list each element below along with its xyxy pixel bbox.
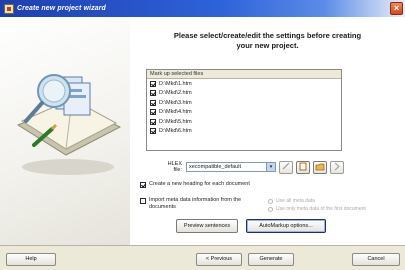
file-checkbox[interactable] [150,118,156,125]
heading-line-2: your new project. [236,41,299,50]
file-name: D:\Mkd\5.htm [159,118,192,125]
file-list[interactable]: Mark up selected files D:\Mkd\1.htm D:\M… [146,69,342,151]
radio-first-meta-label: Use only meta data of the first document [276,206,366,212]
file-row[interactable]: D:\Mkd\1.htm [147,79,341,89]
file-row[interactable]: D:\Mkd\2.htm [147,89,341,99]
import-meta-checkbox[interactable] [140,198,146,204]
wizard-window: Create new project wizard × Please selec… [0,0,405,270]
preview-sentences-button[interactable]: Preview sentences [176,219,238,233]
file-name: D:\Mkd\4.htm [159,109,192,116]
previous-button[interactable]: < Previous [196,253,242,266]
wizard-footer: Help < Previous Generate Cancel [0,245,405,270]
close-button[interactable]: × [390,2,403,15]
file-checkbox[interactable] [150,109,156,116]
cancel-button[interactable]: Cancel [352,253,400,266]
file-name: D:\Mkd\6.htm [159,128,192,135]
chevron-right-icon [334,162,340,170]
automarkup-options-button[interactable]: AutoMarkup options... [246,219,326,233]
heading-line-1: Please select/create/edit the settings b… [173,31,362,40]
file-checkbox[interactable] [150,80,156,87]
wizard-illustration-icon [16,74,122,175]
file-row[interactable]: D:\Mkd\3.htm [147,98,341,108]
meta-radio-group: Use all meta data Use only meta data of … [268,197,366,213]
file-row[interactable]: D:\Mkd\5.htm [147,117,341,127]
new-document-icon [299,162,307,170]
title-bar[interactable]: Create new project wizard × [0,0,405,17]
radio-all-meta-label: Use all meta data [276,198,315,204]
file-checkbox[interactable] [150,99,156,106]
file-name: D:\Mkd\3.htm [159,99,192,106]
create-heading-option[interactable]: Create a new heading for each document [140,181,250,188]
folder-icon [315,163,325,170]
file-checkbox[interactable] [150,90,156,97]
radio-button[interactable] [268,198,273,204]
help-button[interactable]: Help [6,253,56,266]
create-heading-checkbox[interactable] [140,182,146,188]
generate-button[interactable]: Generate [248,253,294,266]
app-icon [4,3,14,14]
file-row[interactable]: D:\Mkd\4.htm [147,108,341,118]
import-meta-option[interactable]: Import meta data information from the do… [140,197,260,211]
radio-button[interactable] [268,206,273,212]
hlex-row: HLEX file: xecompatible_default ▾ [160,160,344,174]
wizard-content: Please select/create/edit the settings b… [130,17,405,245]
edit-icon [282,162,290,169]
open-hlex-button[interactable] [313,160,327,174]
hlex-selected-value: xecompatible_default [189,164,241,170]
next-hlex-button[interactable] [330,160,344,174]
file-name: D:\Mkd\1.htm [159,80,192,87]
edit-hlex-button[interactable] [279,160,293,174]
radio-all-meta[interactable]: Use all meta data [268,197,366,205]
import-meta-label: Import meta data information from the do… [149,197,242,210]
file-checkbox[interactable] [150,128,156,135]
file-row[interactable]: D:\Mkd\6.htm [147,127,341,137]
radio-first-meta[interactable]: Use only meta data of the first document [268,205,366,213]
create-heading-label: Create a new heading for each document [149,181,250,187]
hlex-select[interactable]: xecompatible_default ▾ [186,162,276,172]
window-title: Create new project wizard [17,5,106,12]
hlex-label: HLEX file: [167,161,182,173]
new-hlex-button[interactable] [296,160,310,174]
page-heading: Please select/create/edit the settings b… [130,31,405,51]
wizard-side-panel [0,17,130,245]
file-name: D:\Mkd\2.htm [159,90,192,97]
file-list-header: Mark up selected files [147,70,341,79]
chevron-down-icon[interactable]: ▾ [266,163,275,171]
